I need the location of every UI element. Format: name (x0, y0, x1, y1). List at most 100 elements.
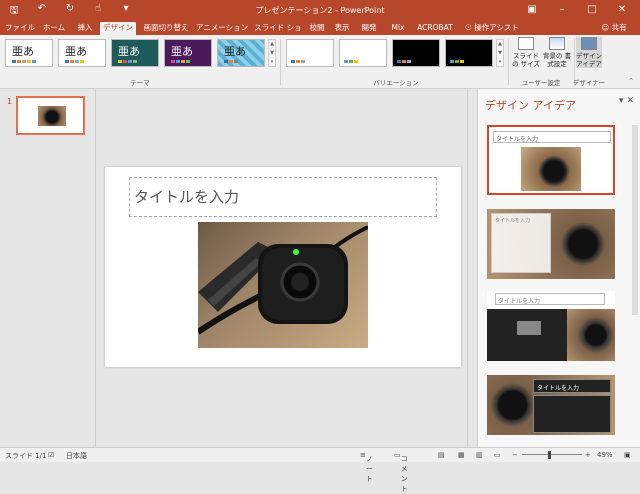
slide-size-button[interactable]: スライドの サイズ (511, 37, 541, 68)
variation-4[interactable] (445, 39, 493, 67)
fit-to-window-icon[interactable]: ▣ (624, 451, 631, 459)
idea-overlay-panel: タイトルを入力 (491, 213, 551, 273)
comments-label: コメント (400, 455, 408, 493)
pane-options-icon[interactable]: ▾ (619, 96, 624, 106)
title-bar: 🖫 ↶ ↻ ☝ ▾ プレゼンテーション2 - PowerPoint ▣ – □ … (0, 0, 640, 20)
tab-tell-me[interactable]: ☉ 操作アシスト (462, 22, 522, 35)
user-settings-group-label: ユーザー設定 (521, 79, 561, 87)
reading-view-icon[interactable]: ▥ (476, 451, 483, 459)
close-icon[interactable]: ✕ (608, 2, 636, 17)
minimize-icon[interactable]: – (548, 2, 576, 17)
tab-view[interactable]: 表示 (331, 22, 353, 35)
notes-button[interactable]: ≡ ノート (360, 451, 373, 483)
idea-title-placeholder: タイトルを入力 (495, 218, 531, 224)
slide-sorter-icon[interactable]: ▦ (458, 451, 465, 459)
variation-3[interactable] (392, 39, 440, 67)
design-idea-3[interactable]: タイトルを入力 (487, 291, 615, 361)
theme-sample-text: 亜あ (224, 45, 246, 58)
slideshow-view-icon[interactable]: ▭ (494, 451, 501, 459)
variations-scroll[interactable]: ▲ ▼ ▾ (496, 39, 504, 67)
share-label: 共有 (611, 23, 627, 32)
variations-group-label: バリエーション (373, 79, 419, 87)
vertical-scrollbar[interactable] (467, 89, 477, 447)
slide-size-label: スライドの サイズ (512, 52, 540, 68)
share-button[interactable]: ☺ 共有 (596, 22, 632, 35)
slide-thumbnail-pane: 1 (0, 89, 96, 447)
idea-title-placeholder: タイトルを入力 (533, 379, 611, 393)
group-separator (280, 39, 281, 85)
theme-sample-text: 亜あ (171, 45, 193, 58)
theme-sample-text: 亜あ (65, 45, 87, 58)
variation-color-bars (344, 60, 358, 63)
themes-group-label: テーマ (130, 79, 150, 87)
idea-image (521, 147, 581, 191)
comments-button[interactable]: ▭ コメント (394, 451, 408, 493)
zoom-level[interactable]: 49% (597, 451, 613, 459)
tab-animations[interactable]: アニメーション (195, 22, 249, 35)
themes-scroll[interactable]: ▲ ▼ ▾ (268, 39, 276, 67)
notes-label: ノート (365, 455, 373, 483)
collapse-ribbon-icon[interactable]: ⌃ (628, 77, 634, 85)
title-placeholder[interactable]: タイトルを入力 (129, 177, 437, 217)
zoom-slider[interactable] (522, 454, 582, 455)
zoom-in-icon[interactable]: + (585, 451, 591, 459)
format-background-label: 背景の 書式設定 (542, 52, 572, 68)
spellcheck-icon[interactable]: ☑ (48, 451, 54, 459)
idea-title-placeholder: タイトルを入力 (493, 131, 611, 143)
design-idea-4[interactable]: タイトルを入力 (487, 375, 615, 435)
slide-thumbnail[interactable] (16, 96, 85, 135)
idea-chart-icon (517, 321, 541, 335)
status-bar: スライド 1/1 ☑ 日本語 ≡ ノート ▭ コメント ▤ ▦ ▥ ▭ − + … (0, 447, 640, 493)
theme-office-2[interactable]: 亜あ (58, 39, 106, 67)
theme-color-bars (12, 60, 36, 63)
design-ideas-label: デザイン アイデア (576, 52, 602, 68)
tab-mix[interactable]: Mix (388, 22, 408, 35)
normal-view-icon[interactable]: ▤ (438, 451, 445, 459)
design-idea-1[interactable]: タイトルを入力 (487, 125, 615, 195)
theme-teal[interactable]: 亜あ (111, 39, 159, 67)
theme-office[interactable]: 亜あ (5, 39, 53, 67)
slide-canvas[interactable]: タイトルを入力 (105, 167, 461, 367)
pane-controls: ▾ ✕ (619, 96, 634, 106)
pane-close-icon[interactable]: ✕ (626, 96, 634, 106)
zoom-slider-thumb[interactable] (548, 451, 551, 459)
theme-color-bars (224, 60, 238, 63)
tab-developer[interactable]: 開発 (358, 22, 380, 35)
tab-design[interactable]: デザイン (100, 22, 136, 35)
variation-color-bars (397, 60, 411, 63)
variation-color-bars (291, 60, 305, 63)
theme-sample-text: 亜あ (118, 45, 140, 58)
variation-2[interactable] (339, 39, 387, 67)
format-background-icon (549, 37, 565, 50)
tab-transitions[interactable]: 画面切り替え (140, 22, 192, 35)
tab-home[interactable]: ホーム (38, 22, 70, 35)
tab-insert[interactable]: 挿入 (72, 22, 98, 35)
design-idea-2[interactable]: タイトルを入力 (487, 209, 615, 279)
maximize-icon[interactable]: □ (578, 2, 606, 17)
lightbulb-icon: ☉ (465, 23, 472, 32)
tab-review[interactable]: 校閲 (306, 22, 328, 35)
window-controls: ▣ – □ ✕ (518, 2, 636, 17)
zoom-out-icon[interactable]: − (512, 451, 518, 459)
language-indicator[interactable]: 日本語 (66, 451, 87, 461)
slide-photo[interactable] (198, 222, 368, 348)
pane-scrollbar[interactable] (632, 125, 638, 315)
variation-1[interactable] (286, 39, 334, 67)
design-ideas-icon (581, 37, 597, 50)
idea-dark-panel (533, 395, 611, 433)
tab-slideshow[interactable]: スライド ショー (251, 22, 305, 43)
variation-color-bars (450, 60, 464, 63)
tab-file[interactable]: ファイル (4, 22, 36, 35)
design-ideas-button[interactable]: デザイン アイデア (576, 37, 602, 68)
design-ideas-title: デザイン アイデア (485, 99, 576, 112)
format-background-button[interactable]: 背景の 書式設定 (542, 37, 572, 68)
idea-title-placeholder: タイトルを入力 (495, 293, 605, 305)
tell-me-label: 操作アシスト (474, 23, 519, 32)
theme-sample-text: 亜あ (12, 45, 34, 58)
person-icon: ☺ (601, 23, 610, 32)
ribbon-display-icon[interactable]: ▣ (518, 2, 546, 17)
theme-purple[interactable]: 亜あ (164, 39, 212, 67)
tab-acrobat[interactable]: ACROBAT (413, 22, 457, 35)
thumbnail-image (38, 106, 66, 126)
theme-pattern[interactable]: 亜あ (217, 39, 265, 67)
